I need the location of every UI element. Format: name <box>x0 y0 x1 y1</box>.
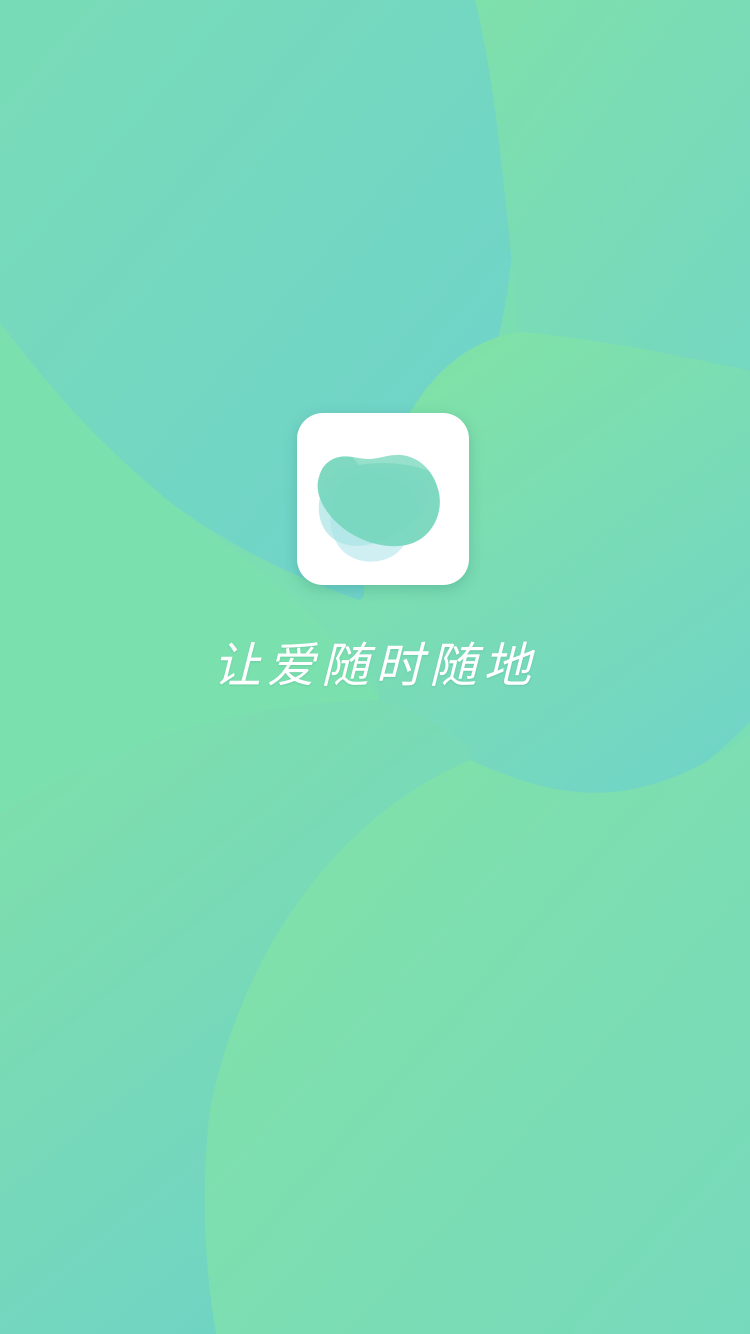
cloud-blob-logo-icon <box>317 445 440 562</box>
app-logo <box>297 413 469 585</box>
slogan-text: 让爱随时随地 <box>212 638 537 694</box>
